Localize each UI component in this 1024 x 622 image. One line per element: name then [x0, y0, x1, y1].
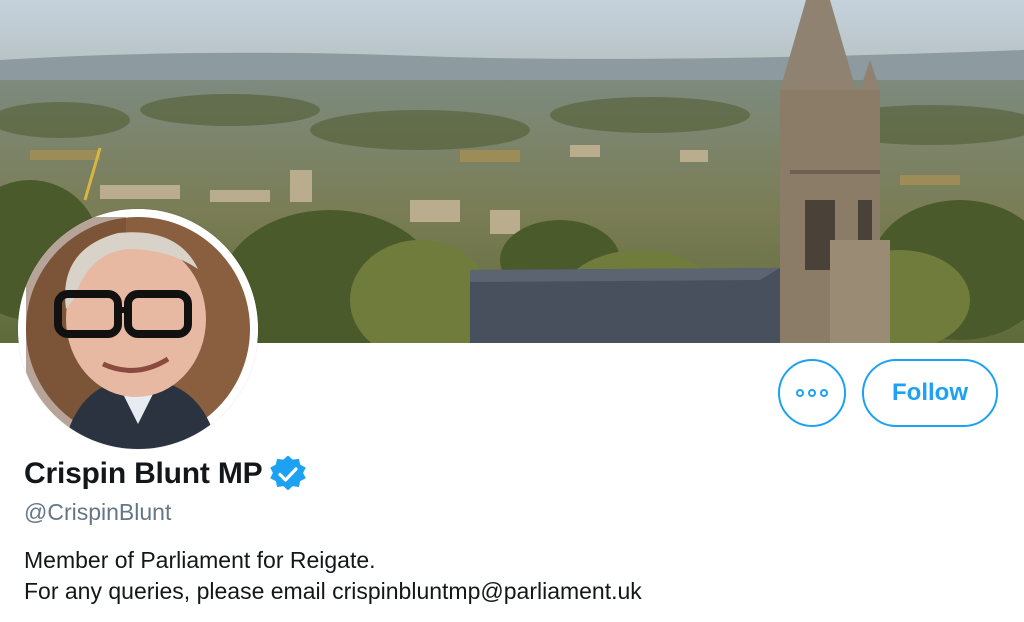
- dot-3: [820, 389, 828, 397]
- bio-line-2: For any queries, please email crispinblu…: [24, 578, 642, 604]
- dot-2: [808, 389, 816, 397]
- dot-1: [796, 389, 804, 397]
- follow-button[interactable]: Follow: [862, 359, 998, 427]
- display-name: Crispin Blunt MP: [24, 457, 263, 490]
- more-dots-icon: [796, 389, 828, 397]
- bio-line-1: Member of Parliament for Reigate.: [24, 547, 376, 573]
- more-options-button[interactable]: [778, 359, 846, 427]
- profile-handle: @CrispinBlunt: [24, 499, 172, 525]
- verified-badge-icon: [270, 456, 307, 491]
- profile-bio: Member of Parliament for Reigate. For an…: [24, 545, 642, 607]
- profile-avatar[interactable]: [18, 209, 258, 449]
- profile-name-row: Crispin Blunt MP: [24, 456, 307, 492]
